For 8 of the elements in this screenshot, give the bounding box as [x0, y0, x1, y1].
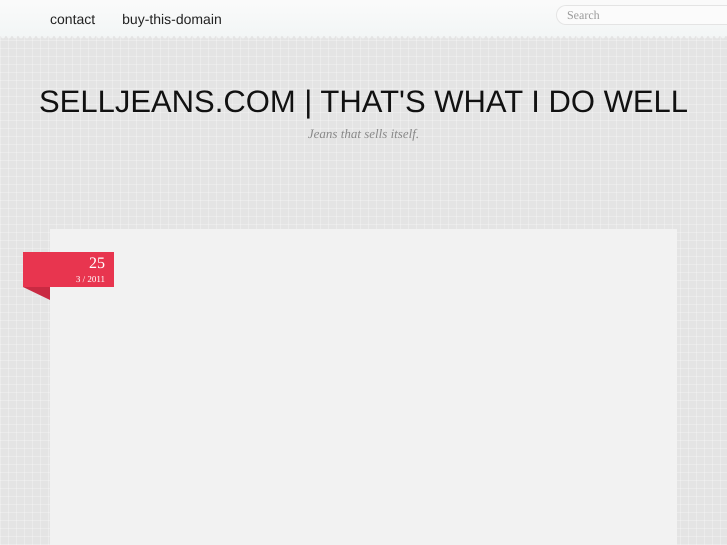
- search-field[interactable]: Search: [556, 5, 727, 25]
- nav-link[interactable]: buy-this-domain: [122, 11, 222, 27]
- site-title: SELLJEANS.COM | THAT'S WHAT I DO WELL: [38, 84, 690, 120]
- post-day: 25: [89, 255, 105, 273]
- ribbon-fold: [23, 287, 50, 300]
- tagline: Jeans that sells itself.: [306, 126, 420, 142]
- nav-link[interactable]: contact: [50, 11, 96, 27]
- post-month-year: 3 / 2011: [76, 273, 105, 285]
